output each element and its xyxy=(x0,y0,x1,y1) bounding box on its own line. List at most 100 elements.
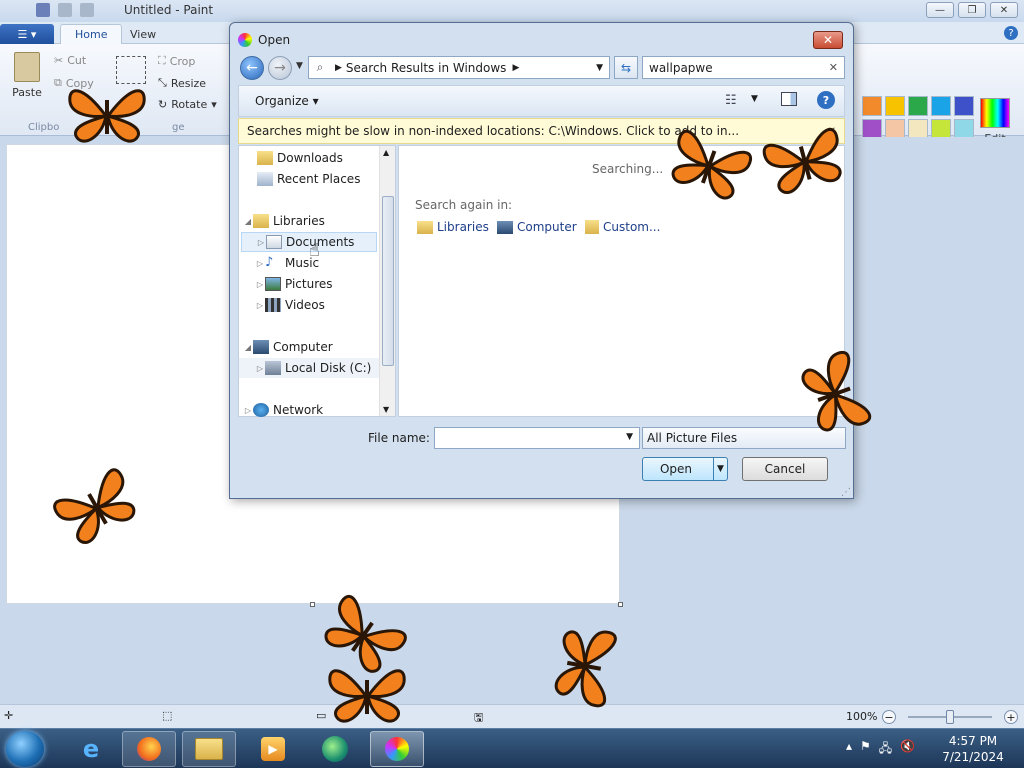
dialog-close-button[interactable]: ✕ xyxy=(813,31,843,49)
nav-label: Libraries xyxy=(273,214,325,228)
start-button[interactable] xyxy=(6,731,44,767)
zoom-in-button[interactable]: + xyxy=(1004,710,1018,724)
refresh-button[interactable]: ⇆ xyxy=(614,56,638,79)
search-again-computer[interactable]: Computer xyxy=(497,220,577,234)
nav-pane-scrollbar[interactable]: ▲ ▼ xyxy=(379,146,395,416)
expand-icon[interactable]: ▷ xyxy=(255,364,265,373)
file-name-label: File name: xyxy=(368,431,430,445)
canvas-resize-handle[interactable] xyxy=(618,602,623,607)
color-swatch[interactable] xyxy=(954,119,974,139)
zoom-level: 100% xyxy=(846,710,878,723)
scroll-thumb[interactable] xyxy=(382,196,394,366)
file-name-dropdown-icon[interactable]: ▼ xyxy=(626,432,633,442)
show-hidden-icons-button[interactable]: ▴ xyxy=(846,739,852,760)
close-button[interactable]: ✕ xyxy=(990,2,1018,18)
address-dropdown-icon[interactable]: ▼ xyxy=(596,63,603,73)
tab-view[interactable]: View xyxy=(116,24,170,44)
dialog-resize-grip-icon[interactable]: ⋰ xyxy=(841,487,851,498)
taskbar-clock[interactable]: 4:57 PM 7/21/2024 xyxy=(940,733,1006,765)
back-button[interactable]: ← xyxy=(240,56,264,80)
preview-pane-icon[interactable] xyxy=(781,92,797,106)
search-again-libraries-label: Libraries xyxy=(437,220,489,234)
nav-item-libraries[interactable]: ◢ Libraries xyxy=(243,211,383,231)
nav-item-music[interactable]: ▷ ♪ Music xyxy=(255,253,395,273)
cancel-button[interactable]: Cancel xyxy=(742,457,828,481)
help-icon[interactable]: ? xyxy=(1004,26,1018,40)
paste-button[interactable]: Paste xyxy=(10,52,44,99)
help-icon[interactable]: ? xyxy=(817,91,835,109)
expand-icon[interactable]: ▷ xyxy=(255,259,265,268)
network-icon[interactable]: 🖧 xyxy=(879,739,892,760)
recent-locations-dropdown[interactable]: ▼ xyxy=(296,61,303,71)
nav-item-downloads[interactable]: Downloads xyxy=(257,148,397,168)
color-swatch[interactable] xyxy=(908,119,928,139)
action-center-flag-icon[interactable]: ⚑ xyxy=(860,739,871,760)
crop-button[interactable]: ⛶ Crop xyxy=(158,54,195,68)
taskbar-file-explorer[interactable] xyxy=(182,731,236,767)
expand-icon[interactable]: ▷ xyxy=(256,238,266,247)
color-swatch[interactable] xyxy=(954,96,974,116)
cut-button[interactable]: ✂ Cut xyxy=(54,54,86,67)
nav-item-computer[interactable]: ◢ Computer xyxy=(243,337,383,357)
save-icon[interactable] xyxy=(36,3,50,17)
resize-button[interactable]: ⤡ Resize xyxy=(158,76,206,90)
expand-icon[interactable]: ▷ xyxy=(255,301,265,310)
nav-item-videos[interactable]: ▷ Videos xyxy=(255,295,395,315)
canvas-resize-handle[interactable] xyxy=(310,602,315,607)
nav-item-local-disk[interactable]: ▷ Local Disk (C:) xyxy=(239,358,379,378)
taskbar-firefox[interactable] xyxy=(122,731,176,767)
collapse-icon[interactable]: ◢ xyxy=(243,217,253,226)
minimize-button[interactable]: — xyxy=(926,2,954,18)
color-swatch[interactable] xyxy=(885,96,905,116)
search-again-libraries[interactable]: Libraries xyxy=(417,220,489,234)
redo-icon[interactable] xyxy=(80,3,94,17)
undo-icon[interactable] xyxy=(58,3,72,17)
nav-item-pictures[interactable]: ▷ Pictures xyxy=(255,274,395,294)
color-swatch[interactable] xyxy=(862,96,882,116)
forward-button[interactable]: → xyxy=(268,56,292,80)
scroll-up-icon[interactable]: ▲ xyxy=(383,148,389,157)
breadcrumb-location[interactable]: Search Results in Windows xyxy=(346,61,507,75)
color-swatch[interactable] xyxy=(862,119,882,139)
volume-muted-icon[interactable]: 🔇 xyxy=(900,739,915,760)
search-input[interactable]: wallpapwe ✕ xyxy=(642,56,845,79)
nav-item-recent-places[interactable]: Recent Places xyxy=(257,169,397,189)
zoom-out-button[interactable]: − xyxy=(882,710,896,724)
change-view-icon[interactable]: ☷ xyxy=(725,93,737,108)
color-swatch[interactable] xyxy=(931,96,951,116)
organize-button[interactable]: Organize ▾ xyxy=(255,94,319,108)
expand-icon[interactable]: ▷ xyxy=(255,280,265,289)
more-options-icon[interactable]: ▼ xyxy=(751,94,758,104)
zoom-slider-thumb[interactable] xyxy=(946,710,954,724)
collapse-icon[interactable]: ◢ xyxy=(243,343,253,352)
copy-icon: ⧉ xyxy=(54,76,62,89)
dialog-title-bar: Open xyxy=(238,33,290,47)
expand-icon[interactable]: ▷ xyxy=(243,406,253,415)
taskbar-media-center[interactable] xyxy=(308,731,362,767)
computer-icon xyxy=(497,220,513,234)
color-swatch[interactable] xyxy=(885,119,905,139)
tab-home[interactable]: Home xyxy=(60,24,123,44)
search-again-custom-label: Custom... xyxy=(603,220,661,234)
address-bar[interactable]: ⌕ ▶ Search Results in Windows ▶ ▼ xyxy=(308,56,610,79)
taskbar-media-player[interactable]: ▶ xyxy=(246,731,300,767)
taskbar-paint[interactable] xyxy=(370,731,424,767)
rotate-button[interactable]: ↻ Rotate ▾ xyxy=(158,98,217,111)
maximize-button[interactable]: ❐ xyxy=(958,2,986,18)
open-split-dropdown-icon[interactable]: ▼ xyxy=(713,458,727,480)
status-bar: ✛ ⬚ ▭ 🖫 100% − + xyxy=(0,704,1024,728)
color-swatch[interactable] xyxy=(908,96,928,116)
app-menu-button[interactable]: ☰ ▾ xyxy=(0,24,54,44)
pictures-icon xyxy=(265,277,281,291)
searching-status: Searching... xyxy=(592,162,664,176)
clear-search-icon[interactable]: ✕ xyxy=(829,61,838,74)
search-again-custom[interactable]: Custom... xyxy=(585,220,660,234)
paint-title-bar: Untitled - Paint — ❐ ✕ xyxy=(0,0,1024,22)
file-name-input[interactable]: ▼ xyxy=(434,427,640,449)
nav-item-network[interactable]: ▷ Network xyxy=(243,400,383,420)
taskbar-internet-explorer[interactable]: e xyxy=(64,731,118,767)
scroll-down-icon[interactable]: ▼ xyxy=(383,405,389,414)
open-button[interactable]: Open ▼ xyxy=(642,457,728,481)
color-swatch[interactable] xyxy=(931,119,951,139)
nav-label: Recent Places xyxy=(277,172,361,186)
